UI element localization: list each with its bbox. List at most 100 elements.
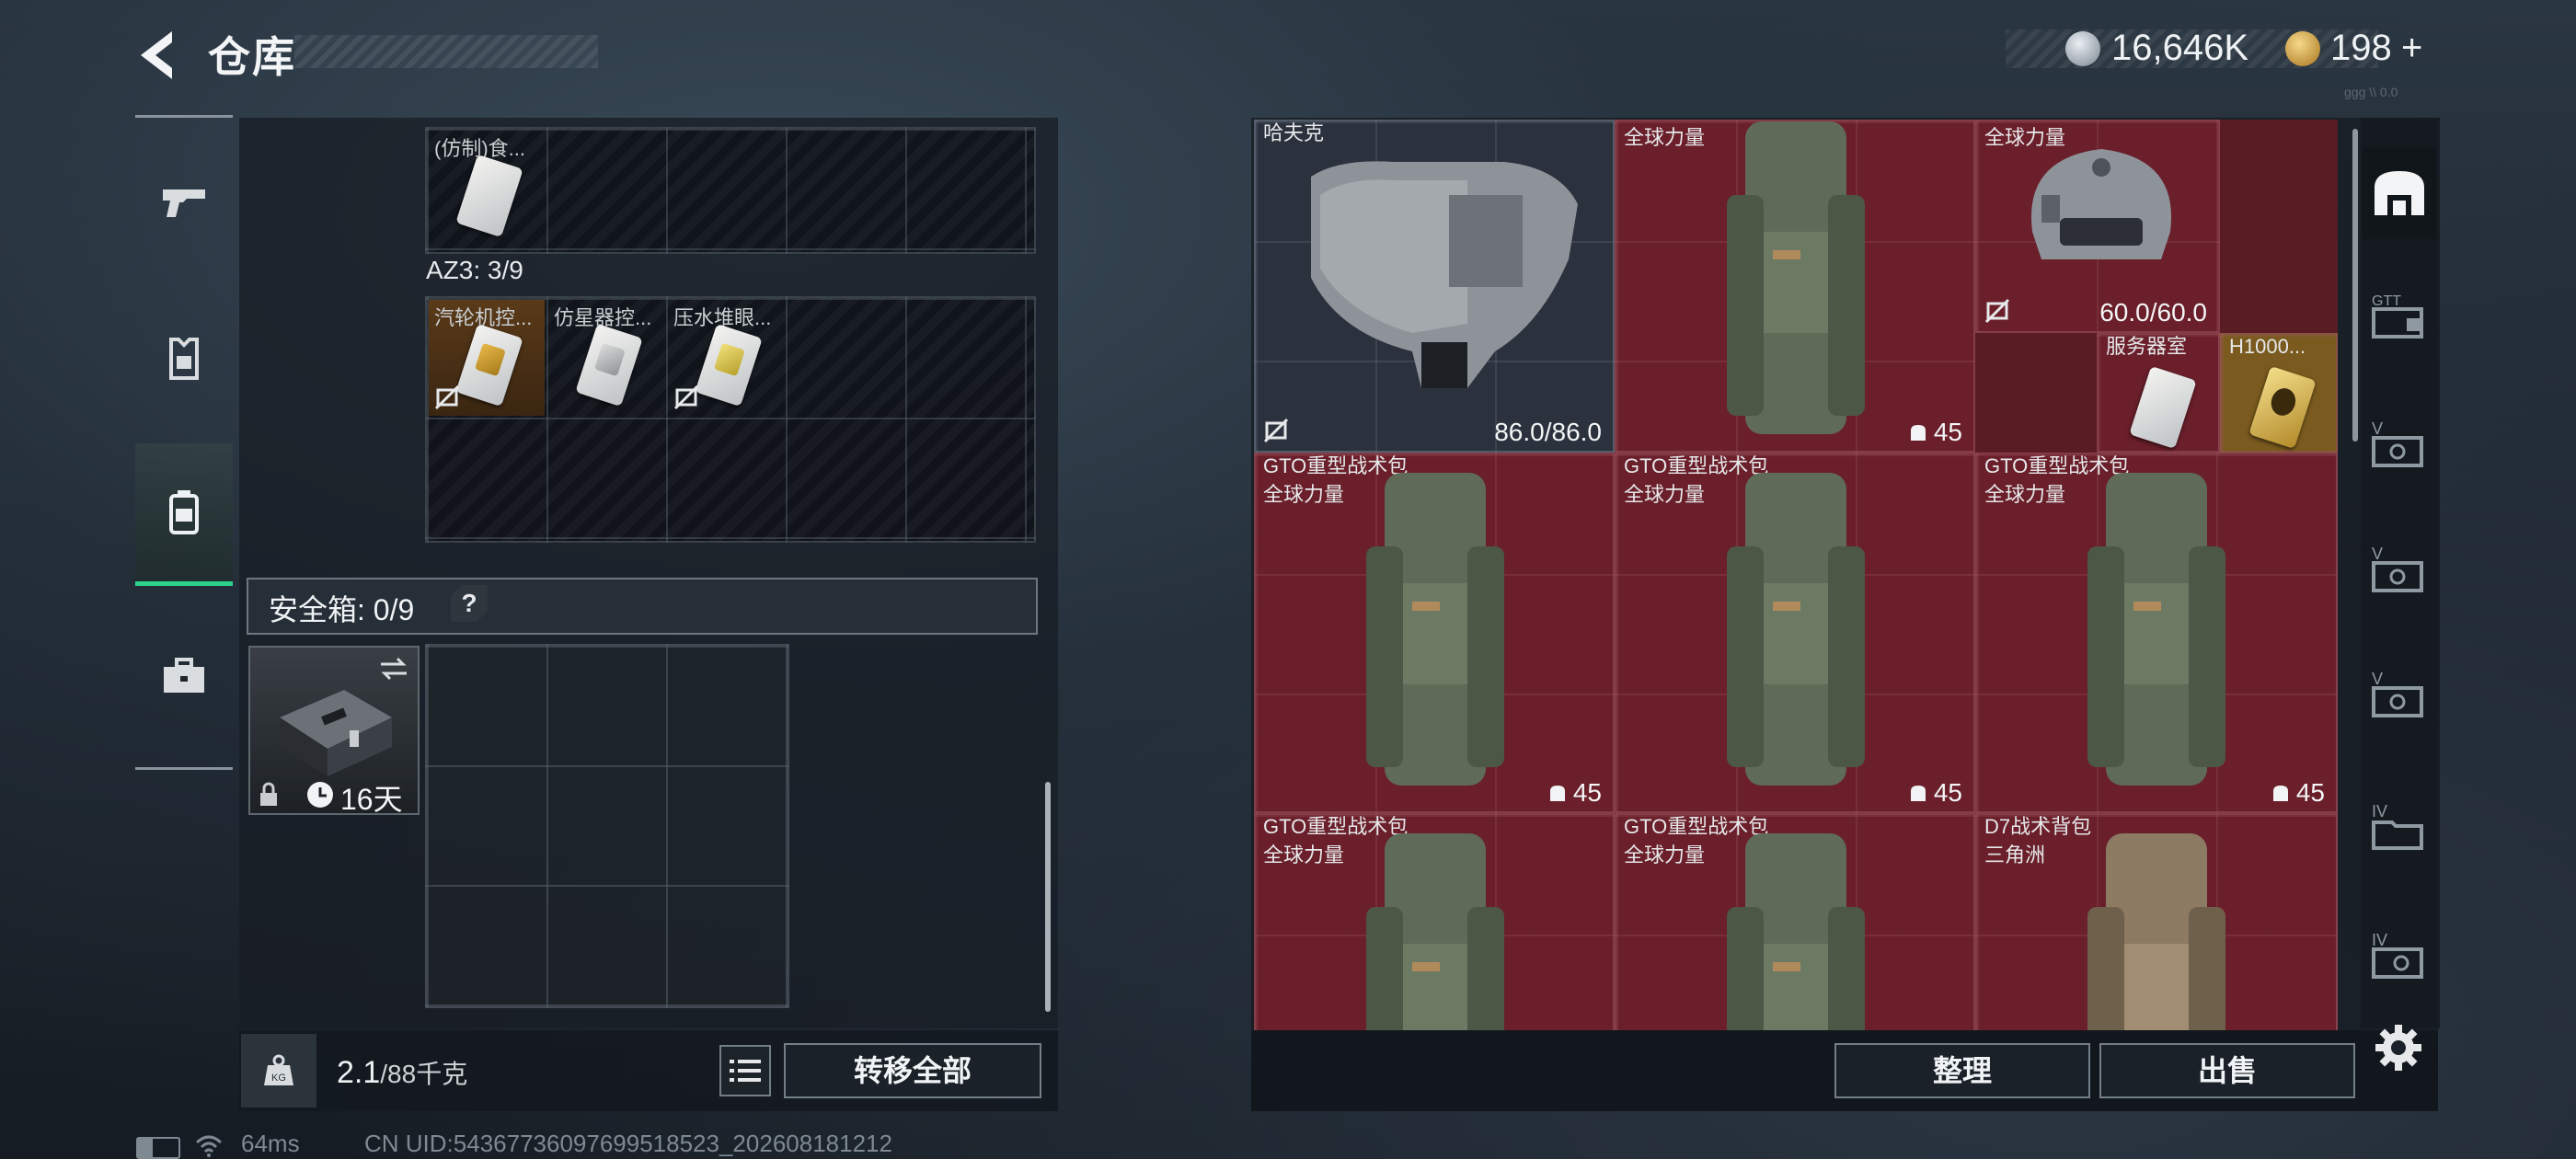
stash-item-backpack-4[interactable]: GTO重型战术包 全球力量 45 bbox=[1975, 453, 2338, 813]
backpack-icon bbox=[1727, 121, 1865, 434]
nav-tab-armor[interactable] bbox=[135, 290, 233, 428]
svg-text:V: V bbox=[2372, 545, 2383, 563]
weight-icon-wrap: KG bbox=[241, 1034, 316, 1107]
grid-item-pwr-eye[interactable]: 压水堆眼... bbox=[668, 300, 784, 416]
stash-tab-expansion-1[interactable]: GTT bbox=[2363, 269, 2436, 361]
nav-tab-case[interactable] bbox=[135, 607, 233, 745]
svg-text:GTT: GTT bbox=[2372, 293, 2401, 309]
safe-box-slot[interactable]: 16天 bbox=[248, 646, 420, 816]
no-insurance-icon bbox=[1263, 418, 1289, 443]
stash-scrollbar[interactable] bbox=[2352, 129, 2358, 442]
add-currency-button[interactable]: + bbox=[2401, 28, 2422, 69]
title-stripe-decoration bbox=[294, 35, 598, 68]
gear-icon bbox=[2375, 1025, 2421, 1071]
stash-tab-expansion-6[interactable]: IV bbox=[2363, 909, 2436, 1001]
transfer-all-button[interactable]: 转移全部 bbox=[784, 1043, 1041, 1098]
stash-item-vest[interactable]: 哈夫克 86.0/86.0 bbox=[1254, 120, 1615, 453]
grid-item-stellarator-control[interactable]: 仿星器控... bbox=[548, 300, 664, 416]
stash-tab-expansion-3[interactable]: V bbox=[2363, 522, 2436, 614]
item-brand: 全球力量 bbox=[1263, 483, 1345, 506]
no-insurance-icon bbox=[1984, 298, 2010, 324]
help-button[interactable]: ? bbox=[451, 585, 488, 622]
helmet-icon bbox=[2030, 149, 2172, 259]
stash-item-backpack-1[interactable]: 全球力量 45 bbox=[1615, 120, 1975, 453]
capacity-value: 45 bbox=[2271, 778, 2325, 808]
az3-container-label: AZ3: 3/9 bbox=[426, 256, 523, 284]
stash-tab-main[interactable] bbox=[2363, 147, 2436, 239]
backpack-icon bbox=[1366, 473, 1504, 786]
pistol-icon bbox=[163, 189, 205, 217]
item-name: 服务器室 bbox=[2106, 335, 2188, 358]
bag-capacity-icon bbox=[1549, 786, 1565, 801]
nav-tab-backpack[interactable] bbox=[135, 443, 233, 586]
weight-capacity: /88千克 bbox=[380, 1060, 468, 1088]
safe-case-icon bbox=[280, 690, 392, 776]
keycard-icon bbox=[2129, 365, 2197, 450]
item-name: D7战术背包 bbox=[1984, 815, 2092, 838]
backpack-icon bbox=[2087, 833, 2225, 1030]
item-brand: 三角洲 bbox=[1984, 843, 2046, 866]
back-button[interactable] bbox=[133, 28, 189, 83]
stash-item-backpack-d7[interactable]: D7战术背包 三角洲 bbox=[1975, 813, 2338, 1030]
expansion-box-v-icon: V bbox=[2372, 545, 2423, 592]
item-brand: 全球力量 bbox=[1624, 126, 1706, 149]
backpack-icon bbox=[1727, 833, 1865, 1030]
left-scrollbar[interactable] bbox=[1045, 782, 1051, 1012]
bag-capacity-icon bbox=[2272, 786, 2288, 801]
silver-currency-value: 16,646K bbox=[2111, 28, 2249, 68]
expansion-box-iv-icon: IV bbox=[2372, 802, 2423, 850]
expansion-box-v-icon: V bbox=[2372, 419, 2423, 467]
no-insurance-icon bbox=[434, 384, 460, 410]
stash-item-backpack-3[interactable]: GTO重型战术包 全球力量 45 bbox=[1615, 453, 1975, 813]
keycard-icon bbox=[455, 323, 523, 407]
version-label: ggg \\ 0.0 bbox=[2344, 85, 2398, 99]
capacity-value: 45 bbox=[1547, 778, 1602, 808]
az3-grid: 汽轮机控... 仿星器控... 压水堆眼... bbox=[425, 296, 1036, 543]
item-brand: 全球力量 bbox=[1624, 483, 1706, 506]
stash-grid: 哈夫克 86.0/86.0 全球力量 45 全球力量 60.0/60.0 服务器… bbox=[1254, 120, 2338, 1030]
battery-icon bbox=[136, 1137, 180, 1159]
stash-tab-expansion-2[interactable]: V bbox=[2363, 397, 2436, 489]
stash-item-backpack-6[interactable]: GTO重型战术包 全球力量 bbox=[1615, 813, 1975, 1030]
stash-item-backpack-2[interactable]: GTO重型战术包 全球力量 45 bbox=[1254, 453, 1615, 813]
armor-rig-icon bbox=[169, 338, 199, 380]
svg-text:KG: KG bbox=[271, 1073, 286, 1084]
backpack-icon bbox=[1727, 473, 1865, 786]
no-insurance-icon bbox=[673, 384, 699, 410]
stash-item-helmet[interactable]: 全球力量 60.0/60.0 bbox=[1975, 120, 2220, 333]
safe-box-timer: 16天 bbox=[340, 783, 403, 816]
grid-item-imitation-food[interactable]: (仿制)食... bbox=[429, 131, 545, 247]
keycard-icon bbox=[575, 323, 643, 407]
stash-item-backpack-5[interactable]: GTO重型战术包 全球力量 bbox=[1254, 813, 1615, 1030]
stash-item-server-room-card[interactable]: 服务器室 bbox=[2097, 333, 2220, 453]
list-view-button[interactable] bbox=[719, 1045, 771, 1096]
organize-button[interactable]: 整理 bbox=[1834, 1043, 2090, 1098]
settings-button[interactable] bbox=[2372, 1021, 2425, 1074]
uid-readout: CN UID:54367736097699518523_202608181212 bbox=[364, 1130, 892, 1157]
stash-item-h1000-card[interactable]: H1000... bbox=[2220, 333, 2338, 453]
nav-tab-weapons[interactable] bbox=[135, 133, 233, 271]
swap-icon bbox=[381, 657, 407, 681]
item-name: H1000... bbox=[2229, 335, 2306, 358]
page-title: 仓库 bbox=[208, 33, 296, 81]
grid-item-turbine-control[interactable]: 汽轮机控... bbox=[429, 300, 545, 416]
item-brand: 全球力量 bbox=[1984, 483, 2066, 506]
backpack-icon bbox=[2087, 473, 2225, 786]
keycard-icon bbox=[695, 323, 763, 407]
safe-box-label: 安全箱: 0/9 bbox=[269, 593, 415, 626]
bag-capacity-icon bbox=[1910, 425, 1926, 441]
svg-text:V: V bbox=[2372, 670, 2383, 688]
durability-value: 60.0/60.0 bbox=[2099, 298, 2207, 327]
rig-grid: (仿制)食... bbox=[425, 127, 1036, 254]
capacity-value: 45 bbox=[1908, 418, 1962, 447]
weight-icon: KG bbox=[264, 1054, 293, 1085]
weight-value: 2.1 bbox=[337, 1055, 381, 1090]
stash-tab-expansion-5[interactable]: IV bbox=[2363, 780, 2436, 872]
weight-readout: 2.1/88千克 bbox=[337, 1054, 467, 1091]
clock-icon bbox=[307, 782, 333, 808]
bag-capacity-icon bbox=[1910, 786, 1926, 801]
silver-coin-icon bbox=[2065, 31, 2100, 66]
stash-tab-expansion-4[interactable]: V bbox=[2363, 648, 2436, 740]
briefcase-icon bbox=[164, 658, 204, 693]
sell-button[interactable]: 出售 bbox=[2099, 1043, 2355, 1098]
